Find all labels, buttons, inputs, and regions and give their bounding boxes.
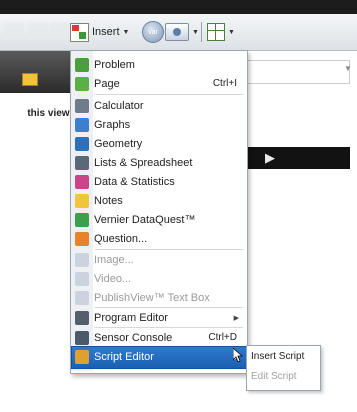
menu-item-label: Vernier DataQuest™ (94, 213, 196, 226)
script-editor-icon (75, 349, 89, 364)
menu-item-label: Page (94, 77, 120, 90)
menu-item-question[interactable]: Question... (75, 229, 245, 248)
toolbar-ghost-button[interactable] (4, 22, 24, 40)
play-icon[interactable]: ▶ (265, 150, 275, 166)
menu-item-vernier-dataquest[interactable]: Vernier DataQuest™ (75, 210, 245, 229)
menu-item-label: Geometry (94, 137, 143, 150)
toolbar-ghost-button[interactable] (50, 22, 70, 40)
page-layout-icon (207, 23, 225, 41)
menu-item-label: Problem (94, 58, 135, 71)
folder-icon[interactable] (22, 73, 38, 86)
menu-item-graphs[interactable]: Graphs (75, 115, 245, 134)
menu-item-shortcut: Ctrl+D (208, 332, 237, 343)
variables-button[interactable]: var (142, 20, 164, 44)
variables-icon: var (142, 21, 164, 43)
graphs-icon (75, 117, 89, 132)
submenu-item-edit-script[interactable]: Edit Script (251, 371, 297, 382)
chevron-down-icon: ▼ (192, 28, 199, 36)
screen-capture-button[interactable]: ▼ (165, 20, 199, 44)
spreadsheet-icon (75, 155, 89, 170)
panel-note: this view. (27, 108, 72, 119)
notes-icon (75, 193, 89, 208)
toolbar-ghost-button[interactable] (28, 22, 48, 40)
program-editor-icon (75, 310, 89, 325)
menu-item-lists-spreadsheet[interactable]: Lists & Spreadsheet (75, 153, 245, 172)
menu-item-label: Question... (94, 232, 148, 245)
dataquest-icon (75, 212, 89, 227)
insert-label: Insert (92, 26, 120, 38)
menu-item-label: Notes (94, 194, 123, 207)
menu-item-label: Lists & Spreadsheet (94, 156, 193, 169)
publishview-icon (75, 290, 89, 305)
menu-item-label: Video... (94, 272, 132, 285)
menu-item-label: Calculator (94, 99, 144, 112)
menu-item-label: Program Editor (94, 311, 168, 324)
menu-item-script-editor[interactable]: Script Editor ▶ (75, 347, 245, 366)
menu-item-sensor-console[interactable]: Sensor Console Ctrl+D (75, 328, 245, 347)
menu-item-data-statistics[interactable]: Data & Statistics (75, 172, 245, 191)
insert-icon (70, 22, 89, 42)
question-icon (75, 231, 89, 246)
menu-item-geometry[interactable]: Geometry (75, 134, 245, 153)
menu-item-label: PublishView™ Text Box (94, 291, 210, 304)
mouse-cursor-icon (233, 348, 243, 362)
menu-item-calculator[interactable]: Calculator (75, 96, 245, 115)
menu-item-label: Image... (94, 253, 134, 266)
menu-item-shortcut: Ctrl+I (212, 78, 237, 89)
chevron-down-icon: ▼ (228, 28, 235, 36)
menu-item-label: Graphs (94, 118, 131, 131)
insert-button[interactable]: Insert ▼ (70, 20, 129, 44)
menu-item-label: Sensor Console (94, 331, 173, 344)
submenu-item-insert-script[interactable]: Insert Script (251, 351, 304, 362)
menu-item-page[interactable]: Page Ctrl+I (75, 74, 245, 93)
data-statistics-icon (75, 174, 89, 189)
menu-item-notes[interactable]: Notes (75, 191, 245, 210)
geometry-icon (75, 136, 89, 151)
window-top-strip (0, 0, 357, 14)
menu-item-image[interactable]: Image... (75, 250, 245, 269)
menu-item-video[interactable]: Video... (75, 269, 245, 288)
menu-item-label: Data & Statistics (94, 175, 175, 188)
chevron-right-icon: ▶ (233, 314, 239, 322)
toolbar-divider (201, 22, 202, 42)
menu-separator (95, 94, 243, 95)
menu-item-program-editor[interactable]: Program Editor ▶ (75, 308, 245, 327)
chevron-down-icon: ▼ (122, 28, 130, 36)
menu-item-label: Script Editor (94, 350, 154, 363)
entry-field[interactable] (238, 60, 350, 84)
menu-item-publishview-textbox[interactable]: PublishView™ Text Box (75, 288, 245, 307)
calculator-icon (75, 98, 89, 113)
video-icon (75, 271, 89, 286)
page-layout-button[interactable]: ▼ (207, 20, 235, 44)
sensor-console-icon (75, 330, 89, 345)
chevron-down-icon: ▼ (344, 64, 352, 73)
page-icon (75, 76, 89, 91)
problem-icon (75, 57, 89, 72)
camera-icon (165, 23, 189, 41)
document-tab-strip (0, 51, 72, 93)
menu-item-problem[interactable]: Problem (75, 55, 245, 74)
image-icon (75, 252, 89, 267)
